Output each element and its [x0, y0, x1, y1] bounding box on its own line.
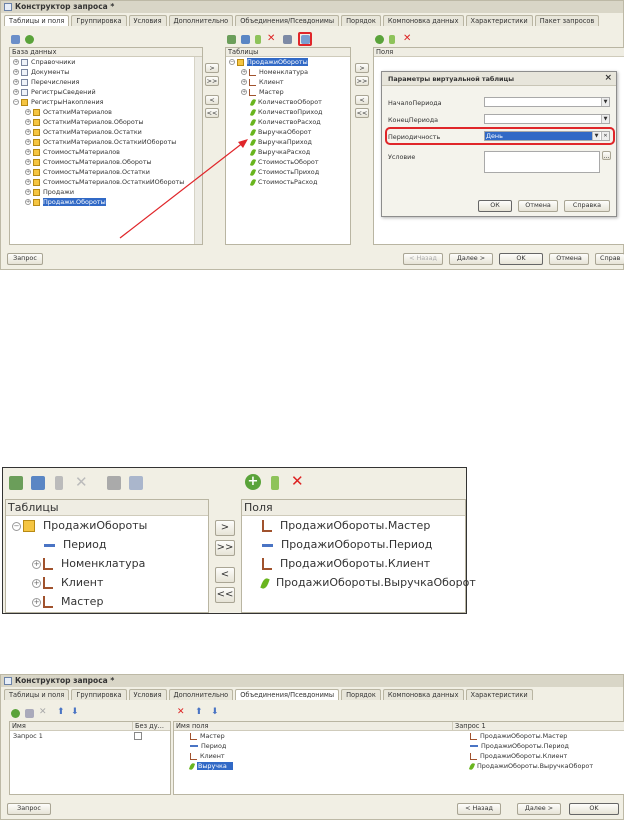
edit-icon[interactable] — [55, 476, 63, 490]
move-up-icon[interactable]: ⬆ — [195, 707, 203, 717]
add-query-icon[interactable] — [11, 709, 20, 718]
alias-edit[interactable]: Выручка — [197, 762, 233, 770]
period-icon — [44, 543, 55, 547]
edit-field-icon[interactable] — [271, 476, 279, 490]
register-table-icon — [23, 520, 35, 532]
tab-data-composition[interactable]: Компоновка данных — [382, 689, 464, 700]
collapse-icon[interactable]: − — [12, 521, 21, 531]
dimension-icon — [43, 558, 53, 570]
query-constructor-window-aliases: Конструктор запроса * Таблицы и поля Гру… — [0, 674, 624, 820]
dimension-icon — [262, 558, 272, 570]
move-down-icon[interactable]: ⬇ — [211, 707, 219, 717]
tab-unions-aliases[interactable]: Объединения/Псевдонимы — [235, 689, 340, 700]
add-field-icon[interactable]: + — [245, 474, 261, 490]
tab-tables-fields[interactable]: Таблицы и поля — [4, 689, 70, 700]
field-item[interactable]: ПродажиОбороты.ВыручкаОборот — [260, 573, 476, 592]
aliases-header: Имя поля Запрос 1 — [174, 722, 624, 731]
move-left-button[interactable]: < — [215, 567, 235, 583]
period-icon — [470, 745, 478, 747]
field-item[interactable]: ПродажиОбороты.Мастер — [262, 516, 465, 535]
tab-additional[interactable]: Дополнительно — [168, 689, 234, 700]
virtual-table-params-icon[interactable] — [129, 476, 143, 490]
table-field[interactable]: + Мастер — [32, 592, 208, 611]
expand-icon[interactable]: + — [32, 597, 41, 607]
move-right-button[interactable]: > — [215, 520, 235, 536]
queries-panel: Имя Без ду... Запрос 1 — [9, 721, 171, 795]
table-field[interactable]: + Номенклатура — [32, 554, 208, 573]
alias-row[interactable]: Период ПродажиОбороты.Период — [174, 741, 624, 751]
resource-icon — [188, 762, 196, 770]
dimension-icon — [262, 520, 272, 532]
dimension-icon — [470, 752, 477, 760]
delete-field-icon[interactable]: ✕ — [177, 707, 185, 717]
queries-header: Имя Без ду... — [10, 722, 170, 731]
expand-icon[interactable]: + — [32, 559, 41, 569]
tab-conditions[interactable]: Условия — [128, 689, 167, 700]
next-button[interactable]: Далее > — [517, 803, 561, 815]
dimension-icon — [190, 732, 197, 740]
fields-panel: Поля ПродажиОбороты.Мастер ПродажиОборот… — [241, 499, 476, 613]
period-icon — [190, 745, 198, 747]
no-duplicates-checkbox[interactable] — [134, 732, 142, 740]
aliases-panel: Имя поля Запрос 1 Мастер ПродажиОбороты.М… — [173, 721, 624, 795]
col-name: Имя — [12, 722, 26, 730]
alias-row-selected[interactable]: Выручка ПродажиОбороты.ВыручкаОборот — [174, 761, 624, 771]
tab-characteristics[interactable]: Характеристики — [465, 689, 533, 700]
tables-panel: Таблицы − ПродажиОбороты Период + Номенкла… — [5, 499, 209, 613]
tables-header: Таблицы — [6, 500, 208, 516]
move-all-left-button[interactable]: << — [215, 587, 235, 603]
resource-icon — [260, 576, 270, 590]
dimension-icon — [43, 596, 53, 608]
dimension-icon — [470, 732, 477, 740]
delete-query-icon[interactable]: ✕ — [39, 707, 47, 717]
tab-order[interactable]: Порядок — [341, 689, 381, 700]
delete-icon[interactable]: ✕ — [75, 473, 88, 491]
ok-button[interactable]: OK — [569, 803, 619, 815]
tab-grouping[interactable]: Группировка — [71, 689, 127, 700]
move-all-right-button[interactable]: >> — [215, 540, 235, 556]
expand-icon[interactable]: + — [32, 578, 41, 588]
field-item[interactable]: ПродажиОбороты.Период — [262, 535, 465, 554]
col-field-name: Имя поля — [176, 722, 209, 730]
fields-header: Поля — [242, 500, 465, 516]
table-field[interactable]: + Клиент — [32, 573, 208, 592]
add-table-icon[interactable] — [9, 476, 23, 490]
window-icon — [4, 677, 12, 685]
table-item[interactable]: − ПродажиОбороты — [12, 516, 208, 535]
dimension-icon — [43, 577, 53, 589]
move-up-icon[interactable]: ⬆ — [57, 707, 65, 717]
copy-query-icon[interactable] — [25, 709, 34, 718]
add-nested-query-icon[interactable] — [31, 476, 45, 490]
table-field[interactable]: Период — [44, 535, 208, 554]
period-icon — [262, 543, 273, 547]
annotation-arrow — [119, 139, 248, 239]
tab-strip: Таблицы и поля Группировка Условия Допол… — [1, 687, 623, 700]
dimension-icon — [190, 752, 197, 760]
alias-row[interactable]: Клиент ПродажиОбороты.Клиент — [174, 751, 624, 761]
field-item[interactable]: ПродажиОбороты.Клиент — [262, 554, 465, 573]
window-titlebar: Конструктор запроса * — [1, 675, 623, 687]
zoomed-tables-fields: ✕ Таблицы − ПродажиОбороты Период + Номенк… — [2, 467, 476, 614]
alias-row[interactable]: Мастер ПродажиОбороты.Мастер — [174, 731, 624, 741]
move-down-icon[interactable]: ⬇ — [71, 707, 79, 717]
col-nodup: Без ду... — [132, 722, 164, 731]
delete-field-icon[interactable]: ✕ — [291, 472, 304, 490]
replace-table-icon[interactable] — [107, 476, 121, 490]
back-button[interactable]: < Назад — [457, 803, 501, 815]
query-row[interactable]: Запрос 1 — [10, 731, 170, 741]
window-title: Конструктор запроса * — [15, 676, 115, 685]
col-query: Запрос 1 — [452, 722, 486, 731]
resource-icon — [468, 762, 476, 770]
query-button[interactable]: Запрос — [7, 803, 51, 815]
